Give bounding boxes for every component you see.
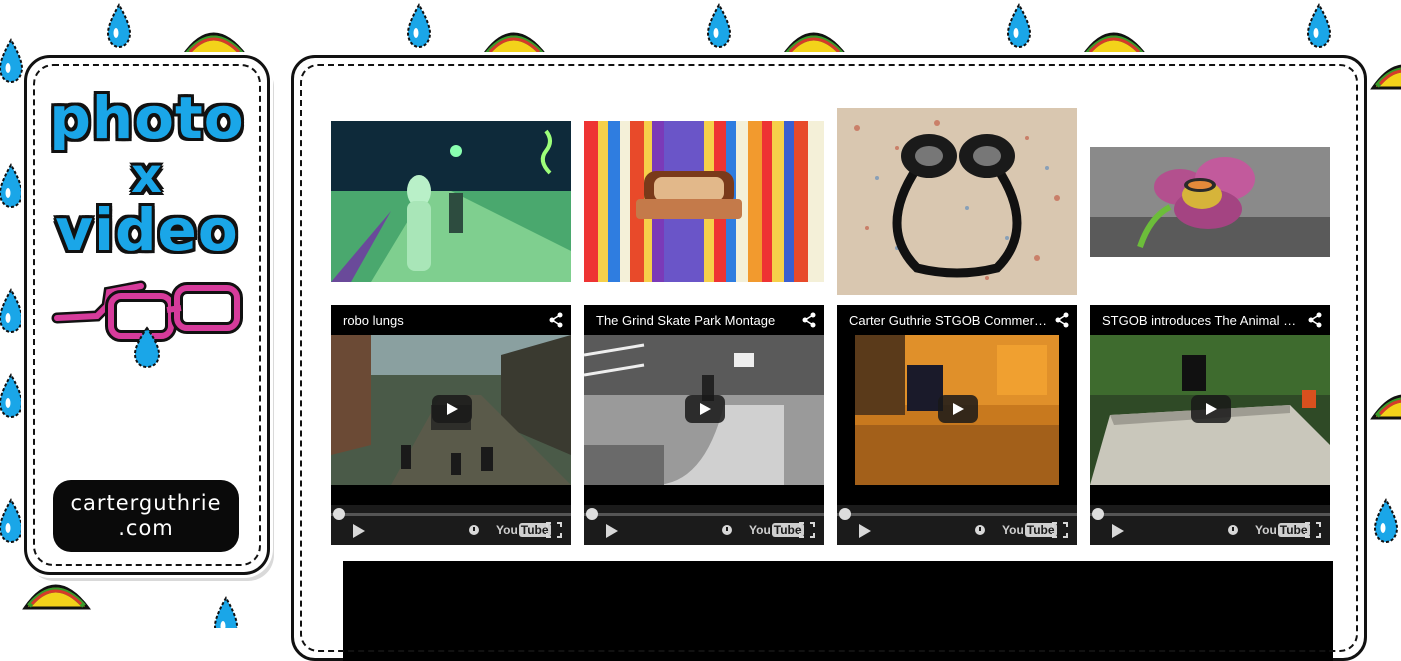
youtube-logo[interactable]: You Tube	[496, 523, 551, 537]
progress-track[interactable]	[1090, 513, 1330, 516]
scrubber-handle[interactable]	[333, 508, 345, 520]
control-play-icon[interactable]	[606, 524, 618, 538]
youtube-logo[interactable]: You Tube	[749, 523, 804, 537]
watch-later-icon[interactable]	[469, 525, 479, 535]
progress-track[interactable]	[331, 513, 571, 516]
video-player-robo-lungs[interactable]: robo lungs You Tube	[331, 305, 571, 545]
site-link-button[interactable]: carterguthrie .com	[53, 480, 239, 552]
play-button[interactable]	[685, 395, 725, 423]
video-title: Carter Guthrie STGOB Commercial	[849, 313, 1049, 328]
play-button[interactable]	[1191, 395, 1231, 423]
site-link-domain: .com	[118, 516, 174, 540]
large-video-player[interactable]	[343, 561, 1333, 661]
progress-track[interactable]	[584, 513, 824, 516]
gallery-panel: robo lungs You Tube The Grind Skate Park …	[291, 55, 1367, 661]
share-icon[interactable]	[802, 312, 816, 328]
scrubber-handle[interactable]	[1092, 508, 1104, 520]
fullscreen-icon[interactable]	[799, 522, 815, 538]
video-player-animal-c[interactable]: STGOB introduces The Animal C... You Tube	[1090, 305, 1330, 545]
logo-text-video: video	[55, 196, 239, 264]
watch-later-icon[interactable]	[1228, 525, 1238, 535]
watch-later-icon[interactable]	[975, 525, 985, 535]
logo-text-photo: photo	[49, 84, 245, 152]
share-icon[interactable]	[1308, 312, 1322, 328]
control-play-icon[interactable]	[1112, 524, 1124, 538]
youtube-logo[interactable]: You Tube	[1002, 523, 1057, 537]
video-title: robo lungs	[343, 313, 404, 328]
fullscreen-icon[interactable]	[1305, 522, 1321, 538]
youtube-logo[interactable]: You Tube	[1255, 523, 1310, 537]
fullscreen-icon[interactable]	[1052, 522, 1068, 538]
photo-flower-ring[interactable]	[1090, 147, 1330, 257]
share-icon[interactable]	[549, 312, 563, 328]
fullscreen-icon[interactable]	[546, 522, 562, 538]
play-button[interactable]	[432, 395, 472, 423]
sidebar-card: photo x video carterguthrie .com	[24, 55, 270, 575]
glasses-icon	[51, 280, 243, 369]
video-title: STGOB introduces The Animal C...	[1102, 313, 1302, 328]
site-link-text: carterguthrie	[70, 491, 222, 515]
progress-track[interactable]	[837, 513, 1077, 516]
photo-colorful-ring[interactable]	[584, 121, 824, 282]
video-player-stgob-commercial[interactable]: Carter Guthrie STGOB Commercial You Tube	[837, 305, 1077, 545]
play-button[interactable]	[938, 395, 978, 423]
photo-headphones[interactable]	[837, 108, 1077, 295]
video-title: The Grind Skate Park Montage	[596, 313, 776, 328]
control-play-icon[interactable]	[353, 524, 365, 538]
scrubber-handle[interactable]	[839, 508, 851, 520]
photo-night-walk[interactable]	[331, 121, 571, 282]
control-play-icon[interactable]	[859, 524, 871, 538]
share-icon[interactable]	[1055, 312, 1069, 328]
logo-text-x: x	[131, 148, 163, 204]
watch-later-icon[interactable]	[722, 525, 732, 535]
scrubber-handle[interactable]	[586, 508, 598, 520]
video-player-grind-skate-park[interactable]: The Grind Skate Park Montage You Tube	[584, 305, 824, 545]
